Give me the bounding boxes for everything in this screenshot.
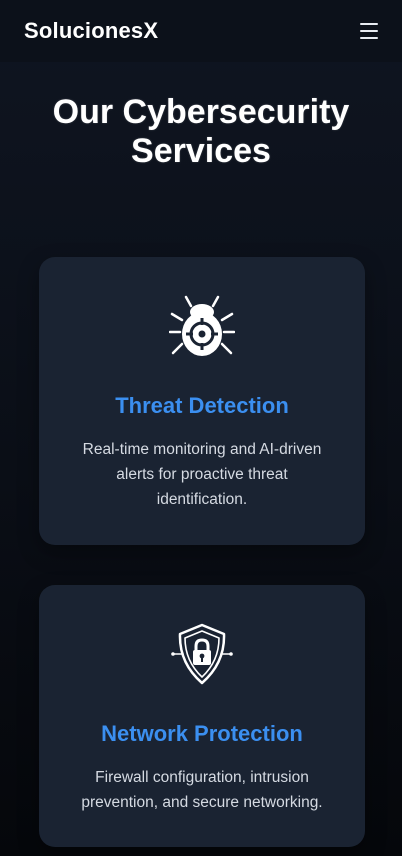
section-title: Our Cybersecurity Services — [52, 93, 350, 170]
service-title: Network Protection — [101, 721, 303, 746]
top-navbar: SolucionesX — [0, 0, 402, 62]
service-description: Firewall configuration, intrusion preven… — [81, 769, 323, 811]
service-card-threat-detection: Threat Detection Real-time monitoring an… — [39, 257, 365, 545]
bug-target-icon — [169, 295, 235, 356]
service-card-network-protection: Network Protection Firewall configuratio… — [39, 585, 365, 847]
brand-logo[interactable]: SolucionesX — [24, 18, 158, 44]
service-title: Threat Detection — [115, 393, 289, 418]
service-description: Real-time monitoring and AI-driven alert… — [82, 441, 322, 508]
shield-lock-icon — [171, 623, 233, 685]
hamburger-menu-icon[interactable] — [360, 23, 378, 39]
